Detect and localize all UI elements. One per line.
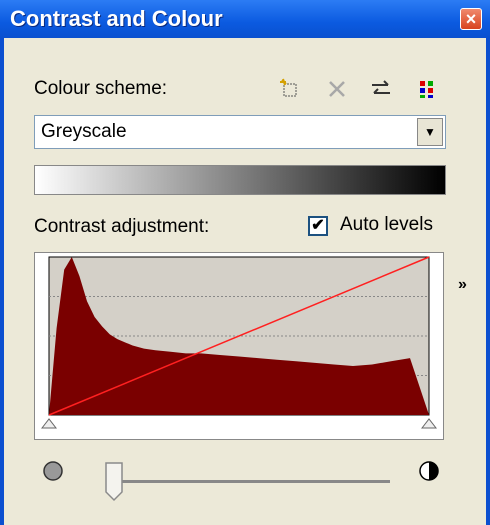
panel-body: Colour scheme: Greyscale ▼ Contrast adju… bbox=[4, 38, 486, 525]
high-contrast-icon bbox=[419, 461, 439, 481]
swap-icon[interactable] bbox=[368, 76, 394, 102]
low-contrast-icon bbox=[43, 461, 63, 481]
expand-chevron-icon[interactable]: » bbox=[458, 276, 467, 294]
close-button[interactable]: × bbox=[460, 8, 482, 30]
contrast-slider-thumb[interactable] bbox=[104, 462, 124, 502]
auto-levels-checkbox[interactable]: ✔ bbox=[308, 216, 328, 236]
title-bar: Contrast and Colour × bbox=[0, 0, 490, 38]
colour-ramp bbox=[34, 165, 446, 195]
new-scheme-icon[interactable] bbox=[278, 76, 304, 102]
palette-icon[interactable] bbox=[414, 76, 440, 102]
chevron-down-icon[interactable]: ▼ bbox=[417, 118, 443, 146]
auto-levels-label: Auto levels bbox=[340, 214, 433, 235]
histogram-frame bbox=[34, 252, 444, 440]
histogram-chart[interactable] bbox=[35, 253, 443, 439]
contrast-adjustment-label: Contrast adjustment: bbox=[34, 216, 210, 237]
contrast-slider-track[interactable] bbox=[118, 480, 390, 483]
white-point-marker[interactable] bbox=[420, 418, 438, 429]
black-point-marker[interactable] bbox=[40, 418, 58, 429]
colour-scheme-label: Colour scheme: bbox=[34, 78, 168, 99]
delete-scheme-icon[interactable] bbox=[324, 76, 350, 102]
window-title: Contrast and Colour bbox=[10, 6, 223, 31]
contrast-colour-panel: Contrast and Colour × Colour scheme: Gre… bbox=[0, 0, 490, 525]
colour-scheme-value: Greyscale bbox=[41, 121, 127, 142]
colour-scheme-select[interactable]: Greyscale ▼ bbox=[34, 115, 446, 149]
